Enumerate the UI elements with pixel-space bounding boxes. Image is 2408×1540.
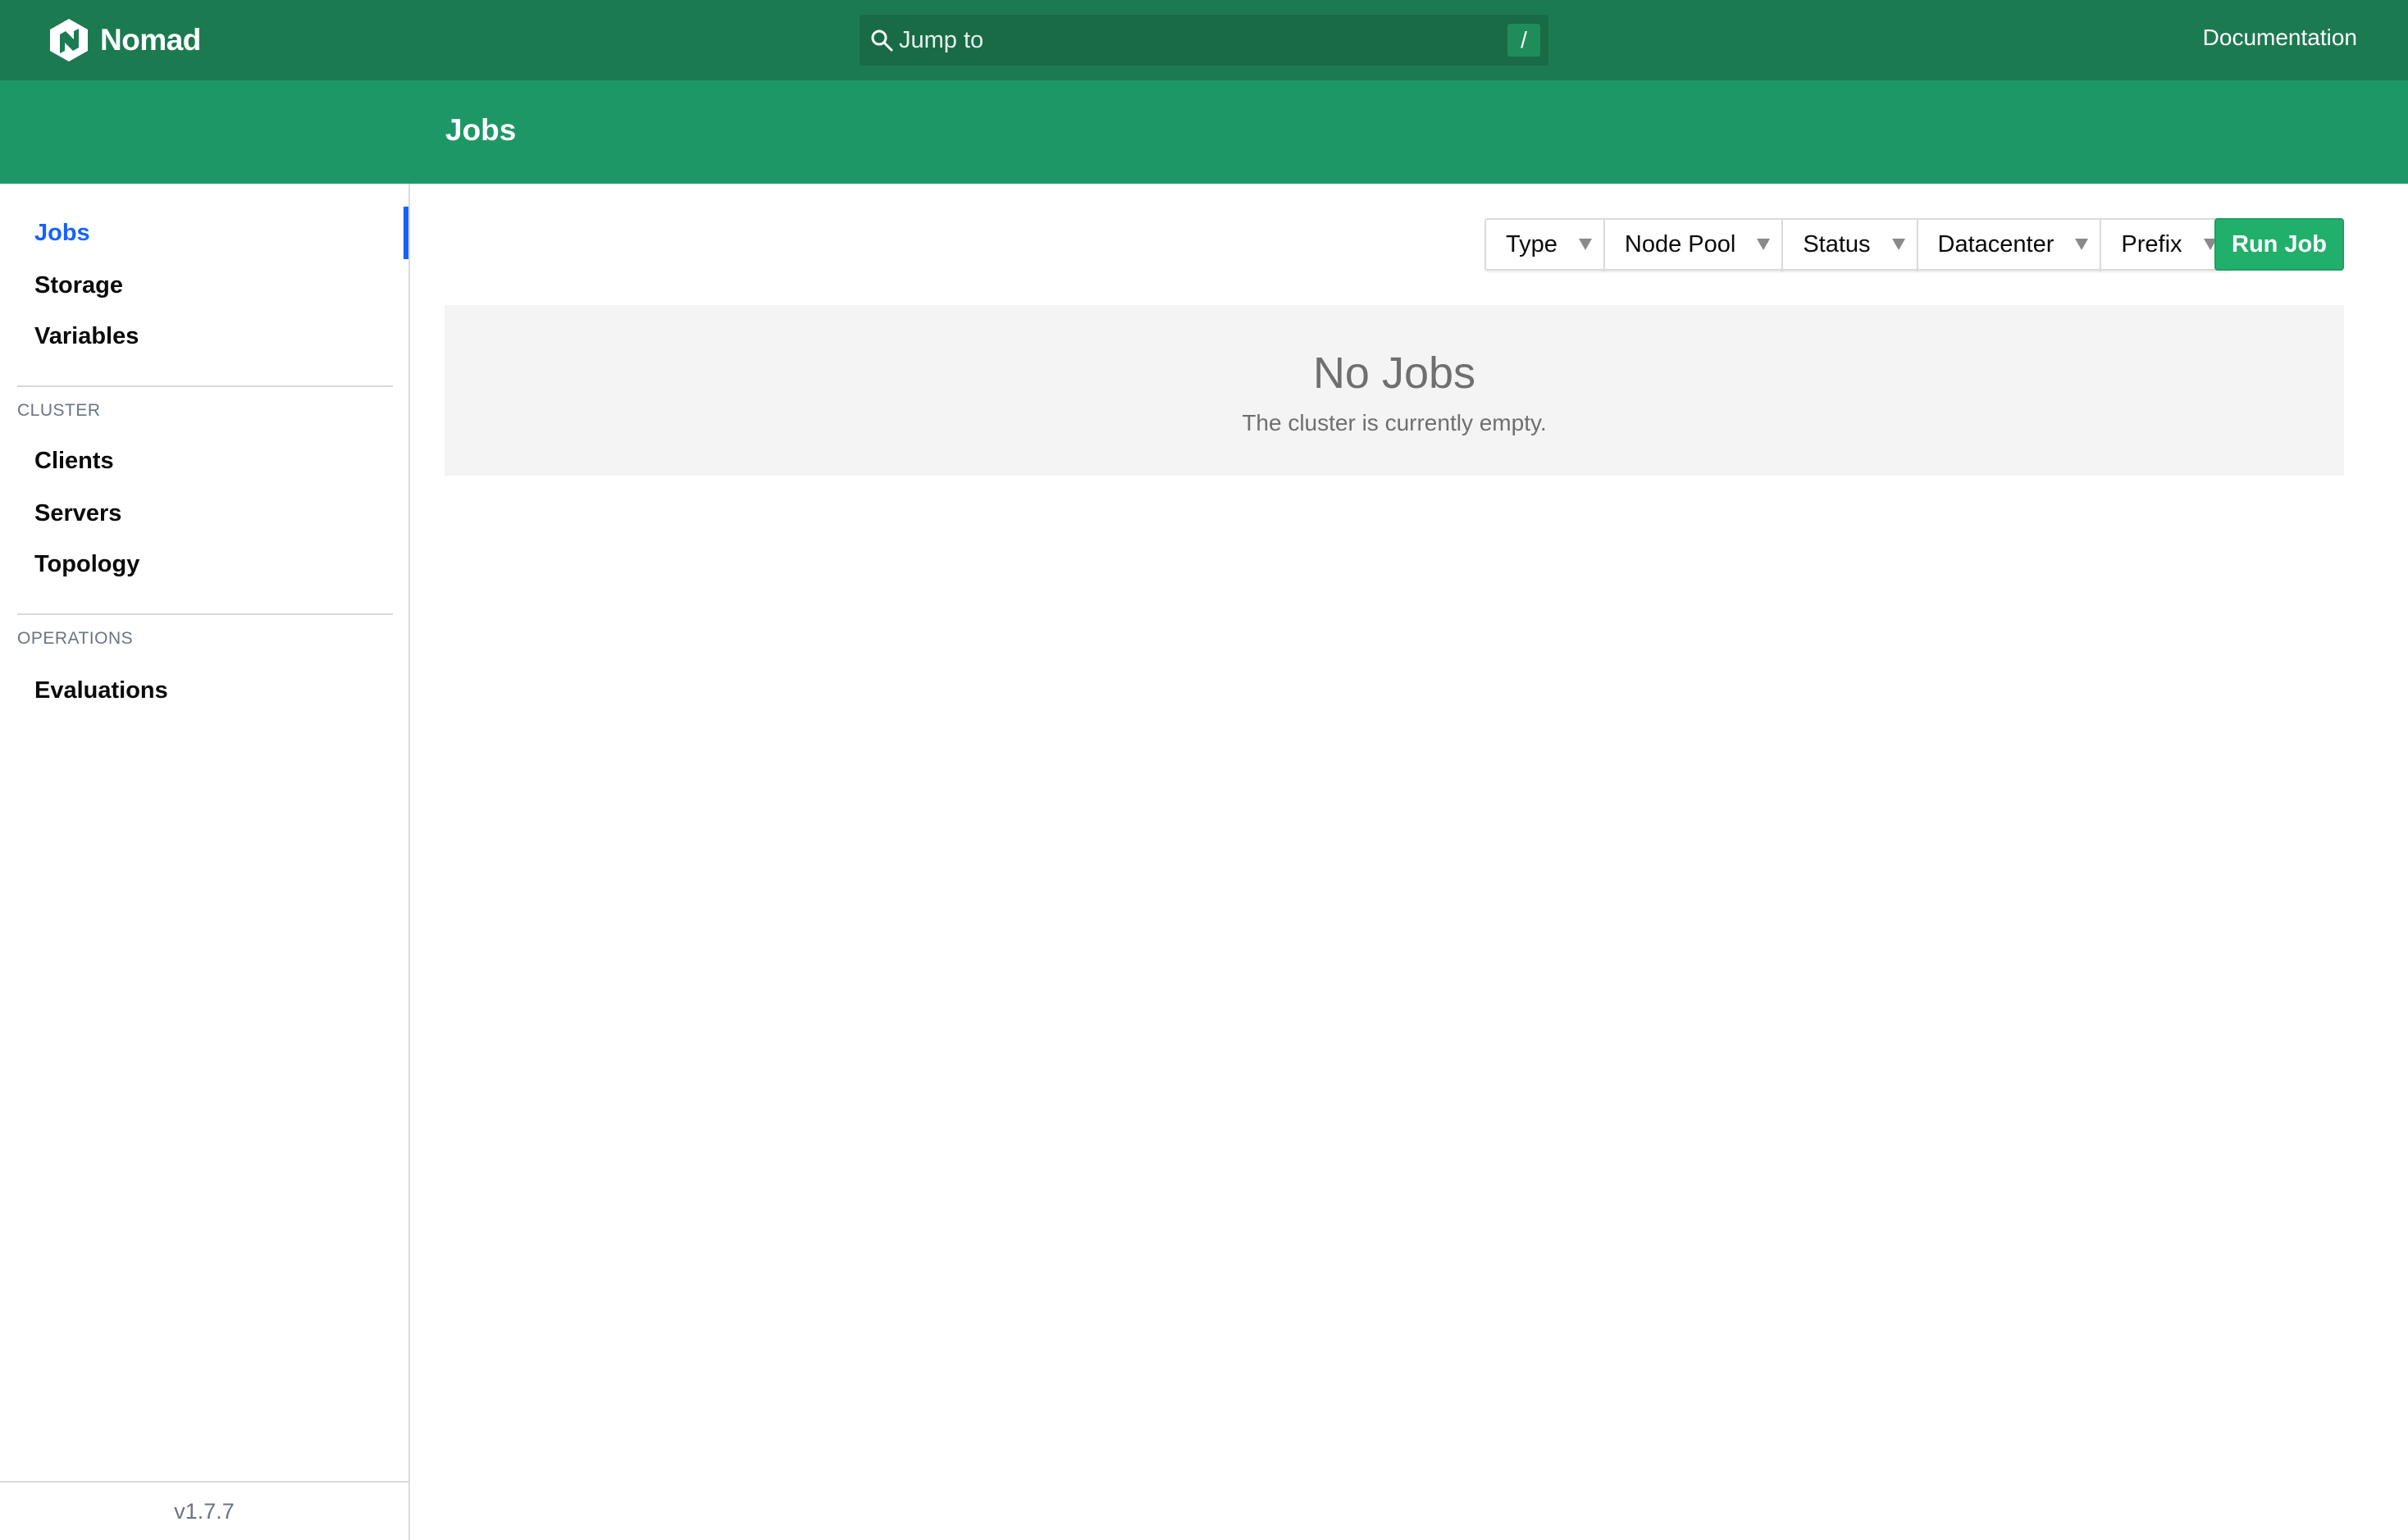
sidebar-item-jobs[interactable]: Jobs (34, 207, 408, 258)
datacenter-filter-label: Datacenter (1937, 230, 2055, 257)
sidebar-item-servers[interactable]: Servers (34, 488, 408, 539)
nomad-logo-icon (50, 19, 88, 62)
brand-home-link[interactable]: Nomad (49, 18, 201, 62)
type-filter-dropdown[interactable]: Type (1484, 218, 1605, 271)
node-pool-filter-dropdown[interactable]: Node Pool (1603, 218, 1784, 271)
sidebar-item-clients[interactable]: Clients (34, 435, 408, 486)
chevron-down-icon (1578, 239, 1592, 250)
sidebar-item-topology[interactable]: Topology (34, 539, 408, 590)
empty-state-title: No Jobs (1312, 349, 1476, 398)
run-job-button[interactable]: Run Job (2214, 218, 2344, 271)
datacenter-filter-dropdown[interactable]: Datacenter (1916, 218, 2102, 271)
sidebar-item-evaluations[interactable]: Evaluations (34, 665, 408, 716)
sidebar-item-storage[interactable]: Storage (34, 260, 408, 311)
page-header: Jobs (0, 80, 2408, 184)
cluster-section-label: CLUSTER (17, 401, 101, 420)
search-icon (871, 30, 893, 52)
empty-state: No Jobs The cluster is currently empty. (445, 305, 2344, 476)
status-filter-dropdown[interactable]: Status (1781, 218, 1918, 271)
type-filter-label: Type (1506, 230, 1557, 257)
menu-divider (17, 613, 393, 615)
prefix-filter-dropdown[interactable]: Prefix (2100, 218, 2230, 271)
prefix-filter-label: Prefix (2121, 230, 2182, 257)
node-pool-filter-label: Node Pool (1624, 230, 1736, 257)
empty-state-message: The cluster is currently empty. (1242, 410, 1547, 435)
operations-section-label: OPERATIONS (17, 629, 134, 648)
page-title: Jobs (445, 113, 517, 147)
chevron-down-icon (1757, 239, 1771, 250)
search-bar[interactable]: / (860, 15, 1548, 66)
status-filter-label: Status (1803, 230, 1871, 257)
chevron-down-icon (1891, 239, 1905, 250)
sidebar-item-variables[interactable]: Variables (34, 311, 408, 362)
documentation-link[interactable]: Documentation (2203, 25, 2357, 51)
chevron-down-icon (2075, 239, 2089, 250)
search-input[interactable] (899, 15, 1507, 66)
version-label: v1.7.7 (0, 1481, 408, 1540)
filter-toolbar: Type Node Pool Status Datacenter Prefix (1484, 218, 2230, 271)
search-shortcut-key: / (1507, 24, 1540, 57)
top-navigation: Nomad / Documentation (0, 0, 2408, 80)
brand-name: Nomad (100, 23, 201, 57)
menu-divider (17, 385, 393, 387)
sidebar: Jobs Storage Variables CLUSTER Clients S… (0, 184, 410, 1540)
